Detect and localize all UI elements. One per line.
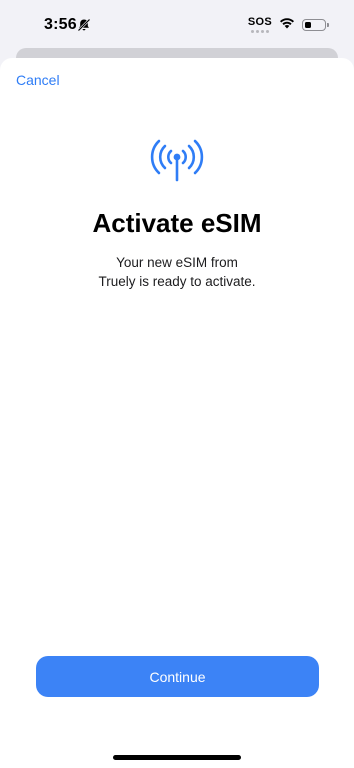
antenna-icon	[149, 138, 205, 182]
continue-button[interactable]: Continue	[36, 656, 319, 697]
wifi-icon	[279, 16, 295, 34]
home-indicator[interactable]	[113, 755, 241, 760]
battery-level	[304, 21, 311, 28]
status-bar: 3:56 SOS	[0, 0, 354, 52]
status-time: 3:56	[44, 16, 77, 33]
bell-slash-icon	[77, 18, 91, 32]
page-title: Activate eSIM	[92, 208, 262, 238]
sos-indicator: SOS	[248, 17, 272, 33]
subtitle: Your new eSIM from Truely is ready to ac…	[0, 253, 354, 291]
subtitle-line-2: Truely is ready to activate.	[98, 274, 256, 289]
subtitle-line-1: Your new eSIM from	[116, 255, 238, 270]
activate-esim-sheet: Cancel Activate eSIM Your new eSIM from …	[0, 58, 354, 768]
screen: 3:56 SOS Cancel Activate eSIM Your new e…	[0, 0, 354, 768]
status-icons: SOS	[248, 16, 329, 34]
battery-icon	[302, 19, 329, 31]
sos-label: SOS	[247, 16, 272, 28]
cancel-button[interactable]: Cancel	[16, 72, 60, 88]
signal-dots	[250, 30, 269, 33]
